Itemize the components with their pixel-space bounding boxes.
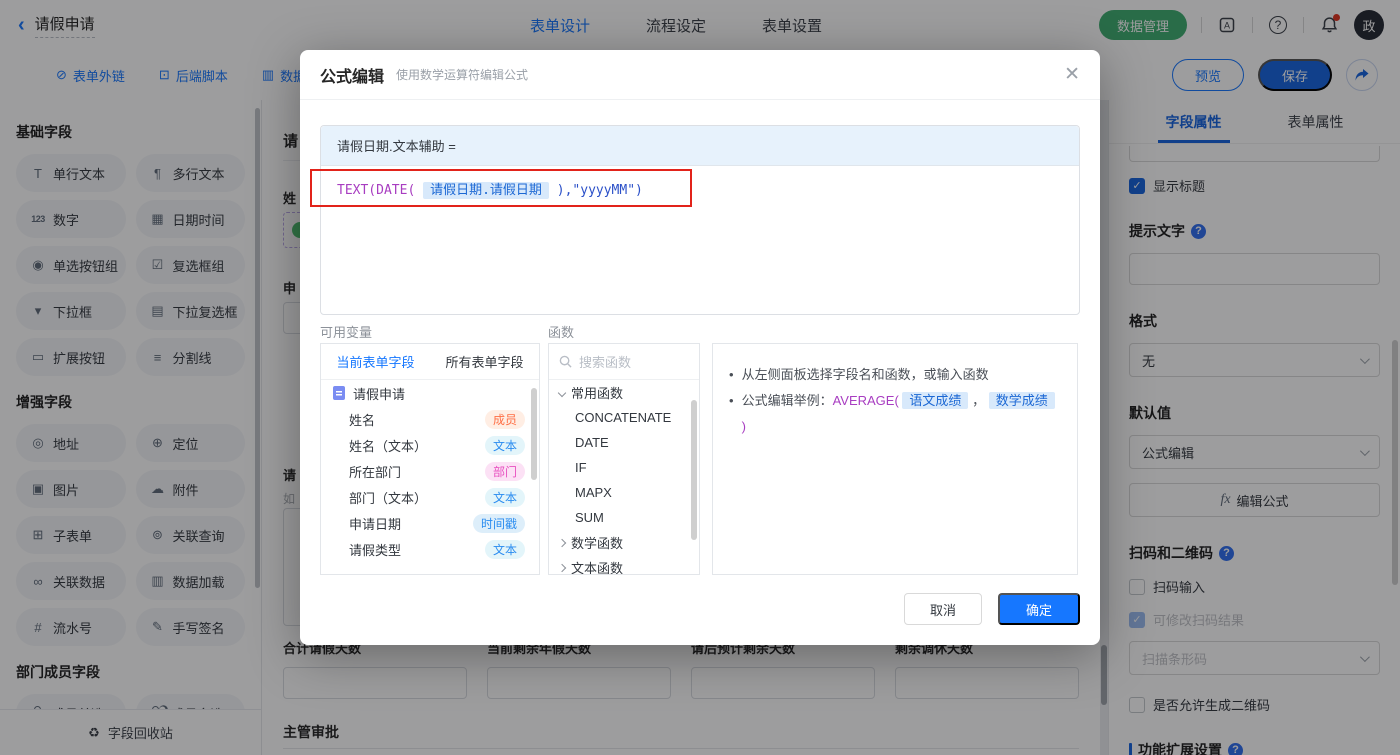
variable-list: 请假申请 姓名 成员 姓名（文本） 文本 所在部门 部门 部门（文本） 文本 申请日期 时间戳 请假类… xyxy=(321,380,539,562)
function-search-input[interactable]: 搜索函数 xyxy=(549,344,699,380)
variable-type-badge: 成员 xyxy=(484,409,525,429)
variables-section-label: 可用变量 xyxy=(320,325,373,340)
function-item-DATE[interactable]: DATE xyxy=(549,430,699,455)
variable-item[interactable]: 姓名 成员 xyxy=(321,406,539,432)
variables-tab-所有表单字段[interactable]: 所有表单字段 xyxy=(430,344,539,379)
variable-item[interactable]: 姓名（文本） 文本 xyxy=(321,432,539,458)
variable-type-badge: 文本 xyxy=(484,435,525,455)
modal-footer: 取消 确定 xyxy=(904,593,1080,625)
caret-right-icon xyxy=(557,563,567,572)
function-list: 常用函数 CONCATENATE DATE IF MAPX SUM 数学函数文本函数 xyxy=(549,380,699,575)
variable-name: 申请日期 xyxy=(349,516,402,532)
function-item-SUM[interactable]: SUM xyxy=(549,505,699,530)
variable-item[interactable]: 所在部门 部门 xyxy=(321,458,539,484)
function-group-label: 文本函数 xyxy=(571,561,624,575)
cancel-button[interactable]: 取消 xyxy=(904,593,982,625)
function-item-CONCATENATE[interactable]: CONCATENATE xyxy=(549,405,699,430)
help-example-function: AVERAGE( xyxy=(832,393,899,408)
variable-type-badge: 文本 xyxy=(484,487,525,507)
variables-scrollbar[interactable] xyxy=(531,388,537,480)
variable-name: 姓名（文本） xyxy=(349,438,428,454)
function-item-IF[interactable]: IF xyxy=(549,455,699,480)
help-line-1: 从左侧面板选择字段名和函数，或输入函数 xyxy=(741,367,989,382)
variable-item[interactable]: 请假类型 文本 xyxy=(321,536,539,562)
function-group-文本函数[interactable]: 文本函数 xyxy=(549,555,699,575)
search-placeholder: 搜索函数 xyxy=(579,355,632,370)
close-icon[interactable]: ✕ xyxy=(1064,65,1080,84)
variable-item[interactable]: 申请日期 时间戳 xyxy=(321,510,539,536)
formula-editor-box: 请假日期.文本辅助 = TEXT(DATE( 请假日期.请假日期 ),"yyyy… xyxy=(310,125,1080,315)
help-example-chip-2: 数学成绩 xyxy=(988,392,1055,409)
variable-root[interactable]: 请假申请 xyxy=(321,380,539,406)
function-item-MAPX[interactable]: MAPX xyxy=(549,480,699,505)
formula-variable-chip[interactable]: 请假日期.请假日期 xyxy=(423,182,549,199)
formula-assign-line: 请假日期.文本辅助 = xyxy=(321,126,1079,166)
variable-type-badge: 时间戳 xyxy=(472,513,525,533)
modal-header: 公式编辑 使用数学运算符编辑公式 ✕ xyxy=(300,50,1100,100)
functions-panel: 搜索函数 常用函数 CONCATENATE DATE IF MAPX SUM 数学函数文本函… xyxy=(548,343,700,575)
function-group-数学函数[interactable]: 数学函数 xyxy=(549,530,699,555)
variables-tabs: 当前表单字段 所有表单字段 xyxy=(321,344,539,380)
variable-name: 姓名 xyxy=(349,412,376,428)
caret-right-icon xyxy=(557,538,567,547)
help-example-chip-1: 语文成绩 xyxy=(902,392,969,409)
formula-help-panel: • 从左侧面板选择字段名和函数，或输入函数 • 公式编辑举例：AVERAGE( 语… xyxy=(712,343,1078,575)
function-name: DATE xyxy=(575,435,609,450)
function-group-label: 常用函数 xyxy=(571,386,624,401)
confirm-button[interactable]: 确定 xyxy=(998,593,1080,625)
modal-subtitle: 使用数学运算符编辑公式 xyxy=(396,68,529,82)
variable-item[interactable]: 部门（文本） 文本 xyxy=(321,484,539,510)
function-name: SUM xyxy=(575,510,604,525)
function-name: MAPX xyxy=(575,485,612,500)
help-line-2: 公式编辑举例：AVERAGE( 语文成绩 ， 数学成绩 ) xyxy=(742,388,1061,440)
modal-title: 公式编辑 xyxy=(320,68,385,86)
formula-rest-token: ),"yyyyMM") xyxy=(556,183,643,198)
variables-panel: 当前表单字段 所有表单字段 请假申请 姓名 成员 姓名（文本） 文本 所在部门 部门 部门（文本… xyxy=(320,343,540,575)
function-name: CONCATENATE xyxy=(575,410,672,425)
variable-name: 请假类型 xyxy=(349,542,402,558)
function-group-常用函数[interactable]: 常用函数 xyxy=(549,380,699,405)
caret-down-icon xyxy=(557,388,567,397)
variable-name: 所在部门 xyxy=(349,464,402,480)
function-group-label: 数学函数 xyxy=(571,536,624,551)
variable-type-badge: 部门 xyxy=(484,461,525,481)
search-icon xyxy=(559,355,572,368)
formula-function-token: TEXT(DATE( xyxy=(337,183,416,198)
functions-scrollbar[interactable] xyxy=(691,400,697,540)
variable-root-label: 请假申请 xyxy=(353,386,406,402)
formula-editor-modal: 公式编辑 使用数学运算符编辑公式 ✕ 请假日期.文本辅助 = TEXT(DATE… xyxy=(300,50,1100,645)
form-doc-icon xyxy=(333,386,345,400)
variables-tab-当前表单字段[interactable]: 当前表单字段 xyxy=(321,344,430,379)
formula-code-area[interactable]: TEXT(DATE( 请假日期.请假日期 ),"yyyyMM") xyxy=(310,166,1079,314)
functions-section-label: 函数 xyxy=(548,325,575,340)
function-name: IF xyxy=(575,460,587,475)
variable-type-badge: 文本 xyxy=(484,539,525,559)
variable-name: 部门（文本） xyxy=(349,490,428,506)
